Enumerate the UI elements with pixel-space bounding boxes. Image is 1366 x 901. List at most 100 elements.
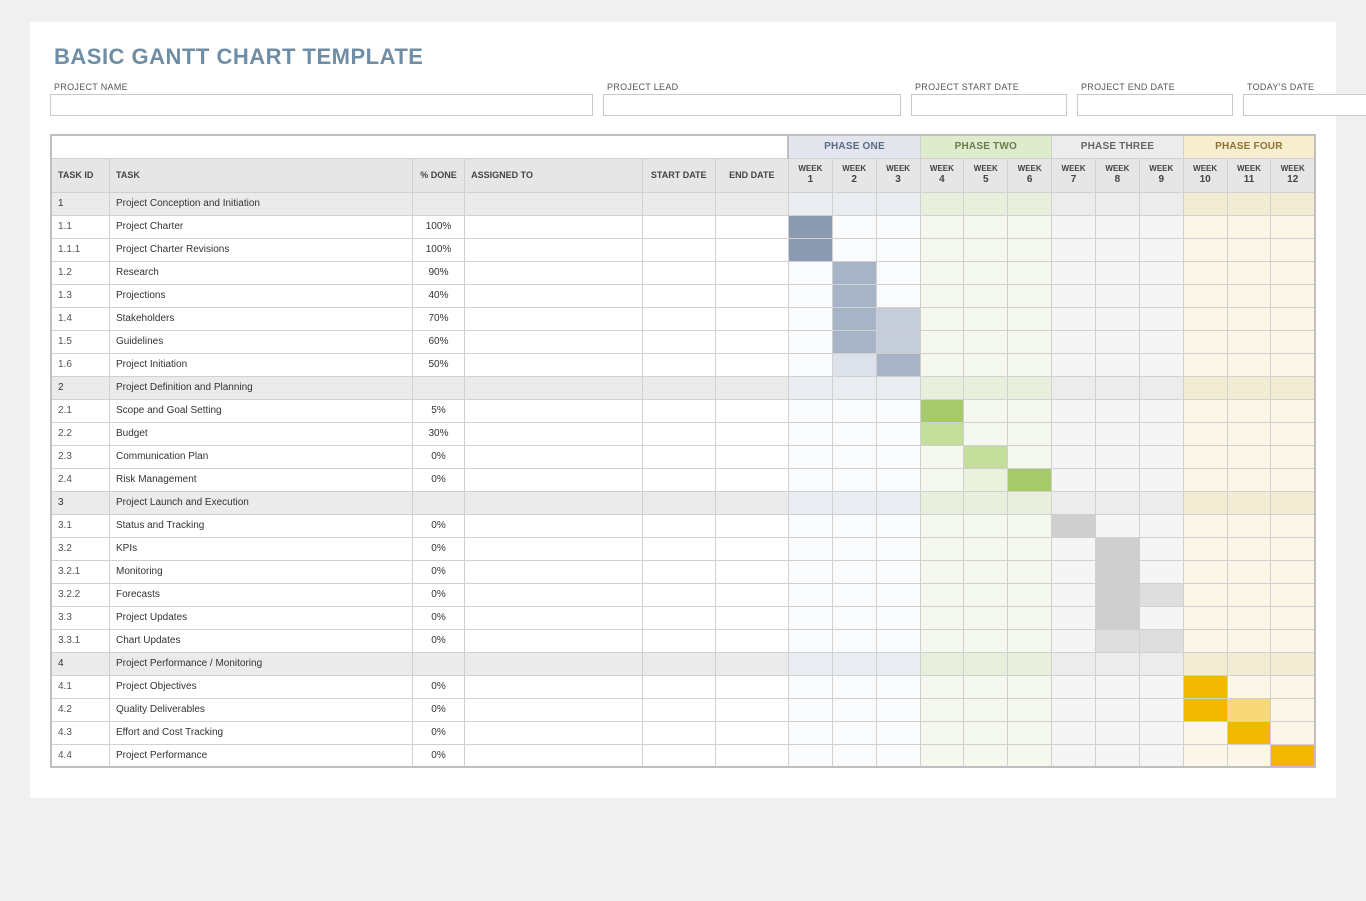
- week-cell[interactable]: [920, 468, 964, 491]
- week-cell[interactable]: [1271, 744, 1315, 767]
- week-cell[interactable]: [1183, 330, 1227, 353]
- week-cell[interactable]: [1008, 261, 1052, 284]
- week-cell[interactable]: [1008, 537, 1052, 560]
- week-cell[interactable]: [1227, 284, 1271, 307]
- pct-done-cell[interactable]: 90%: [412, 261, 464, 284]
- week-cell[interactable]: [1052, 514, 1096, 537]
- assigned-to-cell[interactable]: [465, 376, 643, 399]
- assigned-to-cell[interactable]: [465, 652, 643, 675]
- week-cell[interactable]: [1052, 698, 1096, 721]
- week-cell[interactable]: [1227, 261, 1271, 284]
- week-cell[interactable]: [1052, 399, 1096, 422]
- start-date-cell[interactable]: [642, 307, 715, 330]
- end-date-cell[interactable]: [715, 491, 788, 514]
- week-cell[interactable]: [1271, 629, 1315, 652]
- start-date-input[interactable]: [911, 94, 1067, 116]
- week-cell[interactable]: [1008, 629, 1052, 652]
- week-cell[interactable]: [832, 698, 876, 721]
- task-id-cell[interactable]: 3.1: [51, 514, 109, 537]
- week-cell[interactable]: [1227, 698, 1271, 721]
- week-cell[interactable]: [788, 491, 832, 514]
- week-cell[interactable]: [1183, 629, 1227, 652]
- end-date-cell[interactable]: [715, 629, 788, 652]
- end-date-cell[interactable]: [715, 744, 788, 767]
- week-cell[interactable]: [964, 353, 1008, 376]
- week-cell[interactable]: [788, 698, 832, 721]
- task-name-cell[interactable]: Research: [109, 261, 412, 284]
- week-cell[interactable]: [1271, 721, 1315, 744]
- week-cell[interactable]: [876, 261, 920, 284]
- week-cell[interactable]: [1139, 330, 1183, 353]
- week-cell[interactable]: [1183, 698, 1227, 721]
- end-date-cell[interactable]: [715, 399, 788, 422]
- week-cell[interactable]: [788, 307, 832, 330]
- week-cell[interactable]: [1095, 307, 1139, 330]
- week-cell[interactable]: [1008, 399, 1052, 422]
- week-cell[interactable]: [876, 491, 920, 514]
- week-cell[interactable]: [1271, 215, 1315, 238]
- week-cell[interactable]: [1139, 491, 1183, 514]
- end-date-cell[interactable]: [715, 537, 788, 560]
- week-cell[interactable]: [832, 721, 876, 744]
- week-cell[interactable]: [1008, 491, 1052, 514]
- week-cell[interactable]: [1139, 238, 1183, 261]
- week-cell[interactable]: [1052, 330, 1096, 353]
- task-name-cell[interactable]: Project Charter Revisions: [109, 238, 412, 261]
- week-cell[interactable]: [1095, 583, 1139, 606]
- week-cell[interactable]: [1139, 284, 1183, 307]
- task-name-cell[interactable]: Project Updates: [109, 606, 412, 629]
- pct-done-cell[interactable]: [412, 652, 464, 675]
- week-cell[interactable]: [1139, 261, 1183, 284]
- start-date-cell[interactable]: [642, 238, 715, 261]
- week-cell[interactable]: [964, 307, 1008, 330]
- week-cell[interactable]: [832, 284, 876, 307]
- week-cell[interactable]: [964, 491, 1008, 514]
- task-name-cell[interactable]: Project Charter: [109, 215, 412, 238]
- week-cell[interactable]: [832, 537, 876, 560]
- week-cell[interactable]: [1227, 238, 1271, 261]
- task-id-cell[interactable]: 1.1.1: [51, 238, 109, 261]
- week-cell[interactable]: [788, 537, 832, 560]
- week-cell[interactable]: [1271, 261, 1315, 284]
- assigned-to-cell[interactable]: [465, 307, 643, 330]
- week-cell[interactable]: [1095, 284, 1139, 307]
- task-name-cell[interactable]: Project Performance: [109, 744, 412, 767]
- week-cell[interactable]: [1095, 353, 1139, 376]
- week-cell[interactable]: [920, 422, 964, 445]
- week-cell[interactable]: [1052, 560, 1096, 583]
- assigned-to-cell[interactable]: [465, 675, 643, 698]
- start-date-cell[interactable]: [642, 583, 715, 606]
- week-cell[interactable]: [1271, 307, 1315, 330]
- week-cell[interactable]: [1139, 353, 1183, 376]
- week-cell[interactable]: [1052, 284, 1096, 307]
- week-cell[interactable]: [1139, 422, 1183, 445]
- assigned-to-cell[interactable]: [465, 744, 643, 767]
- week-cell[interactable]: [1139, 445, 1183, 468]
- pct-done-cell[interactable]: 0%: [412, 514, 464, 537]
- week-cell[interactable]: [788, 675, 832, 698]
- week-cell[interactable]: [788, 583, 832, 606]
- week-cell[interactable]: [788, 721, 832, 744]
- week-cell[interactable]: [1183, 307, 1227, 330]
- week-cell[interactable]: [832, 445, 876, 468]
- task-id-cell[interactable]: 1.5: [51, 330, 109, 353]
- week-cell[interactable]: [788, 422, 832, 445]
- end-date-cell[interactable]: [715, 514, 788, 537]
- assigned-to-cell[interactable]: [465, 698, 643, 721]
- week-cell[interactable]: [1095, 330, 1139, 353]
- week-cell[interactable]: [1271, 399, 1315, 422]
- task-id-cell[interactable]: 3.2.2: [51, 583, 109, 606]
- week-cell[interactable]: [1139, 537, 1183, 560]
- week-cell[interactable]: [1227, 514, 1271, 537]
- week-cell[interactable]: [876, 192, 920, 215]
- week-cell[interactable]: [788, 215, 832, 238]
- assigned-to-cell[interactable]: [465, 606, 643, 629]
- pct-done-cell[interactable]: 0%: [412, 445, 464, 468]
- week-cell[interactable]: [876, 422, 920, 445]
- week-cell[interactable]: [788, 468, 832, 491]
- pct-done-cell[interactable]: 0%: [412, 698, 464, 721]
- week-cell[interactable]: [964, 721, 1008, 744]
- week-cell[interactable]: [920, 583, 964, 606]
- week-cell[interactable]: [920, 376, 964, 399]
- task-id-cell[interactable]: 3.2.1: [51, 560, 109, 583]
